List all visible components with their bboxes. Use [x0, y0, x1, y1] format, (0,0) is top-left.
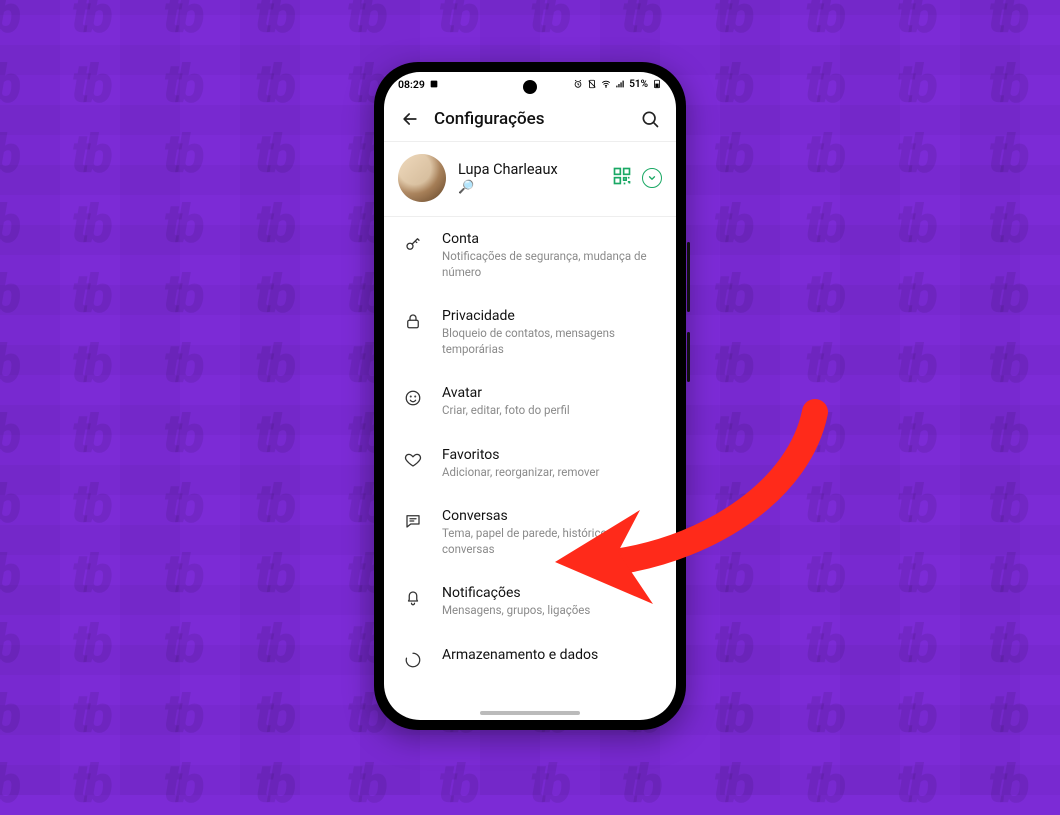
- qr-code-button[interactable]: [612, 166, 632, 190]
- setting-item-privacy[interactable]: Privacidade Bloqueio de contatos, mensag…: [384, 294, 676, 371]
- page-title: Configurações: [434, 109, 626, 129]
- setting-subtitle: Notificações de segurança, mudança de nú…: [442, 249, 658, 280]
- home-indicator: [480, 711, 580, 715]
- alarm-icon: [573, 79, 583, 89]
- avatar: [398, 154, 446, 202]
- no-sim-icon: [587, 79, 597, 89]
- add-account-button[interactable]: [642, 168, 662, 188]
- setting-title: Armazenamento e dados: [442, 647, 658, 663]
- setting-title: Conversas: [442, 508, 658, 524]
- signal-icon: [615, 79, 625, 89]
- setting-subtitle: Mensagens, grupos, ligações: [442, 603, 658, 619]
- setting-subtitle: Tema, papel de parede, histórico de conv…: [442, 526, 658, 557]
- app-header: Configurações: [384, 96, 676, 142]
- chat-icon: [402, 510, 424, 532]
- battery-icon: [652, 79, 662, 89]
- camera-punch-hole: [523, 80, 537, 94]
- setting-title: Avatar: [442, 385, 658, 401]
- phone-frame: 08:29 51% Configurações: [374, 62, 686, 730]
- setting-title: Favoritos: [442, 447, 658, 463]
- profile-name: Lupa Charleaux: [458, 161, 600, 178]
- back-button[interactable]: [398, 107, 422, 131]
- profile-row[interactable]: Lupa Charleaux 🔎: [384, 142, 676, 217]
- chevron-down-icon: [647, 173, 657, 183]
- wifi-icon: [601, 79, 611, 89]
- setting-item-account[interactable]: Conta Notificações de segurança, mudança…: [384, 217, 676, 294]
- arrow-left-icon: [400, 109, 420, 129]
- setting-title: Privacidade: [442, 308, 658, 324]
- status-time: 08:29: [398, 78, 425, 91]
- profile-status: 🔎: [458, 180, 600, 195]
- bell-icon: [402, 587, 424, 609]
- setting-title: Conta: [442, 231, 658, 247]
- setting-item-chats[interactable]: Conversas Tema, papel de parede, históri…: [384, 494, 676, 571]
- setting-subtitle: Criar, editar, foto do perfil: [442, 403, 658, 419]
- heart-icon: [402, 449, 424, 471]
- key-icon: [402, 233, 424, 255]
- setting-item-favorites[interactable]: Favoritos Adicionar, reorganizar, remove…: [384, 433, 676, 495]
- setting-subtitle: Adicionar, reorganizar, remover: [442, 465, 658, 481]
- settings-list: Conta Notificações de segurança, mudança…: [384, 217, 676, 720]
- search-button[interactable]: [638, 107, 662, 131]
- lock-icon: [402, 310, 424, 332]
- setting-title: Notificações: [442, 585, 658, 601]
- battery-percent: 51%: [629, 79, 648, 90]
- qr-code-icon: [612, 166, 632, 186]
- messaging-status-icon: [429, 79, 439, 89]
- search-icon: [640, 109, 660, 129]
- data-usage-icon: [402, 649, 424, 671]
- setting-item-notifications[interactable]: Notificações Mensagens, grupos, ligações: [384, 571, 676, 633]
- setting-item-storage[interactable]: Armazenamento e dados: [384, 633, 676, 675]
- setting-subtitle: Bloqueio de contatos, mensagens temporár…: [442, 326, 658, 357]
- phone-screen: 08:29 51% Configurações: [384, 72, 676, 720]
- setting-item-avatar[interactable]: Avatar Criar, editar, foto do perfil: [384, 371, 676, 433]
- face-icon: [402, 387, 424, 409]
